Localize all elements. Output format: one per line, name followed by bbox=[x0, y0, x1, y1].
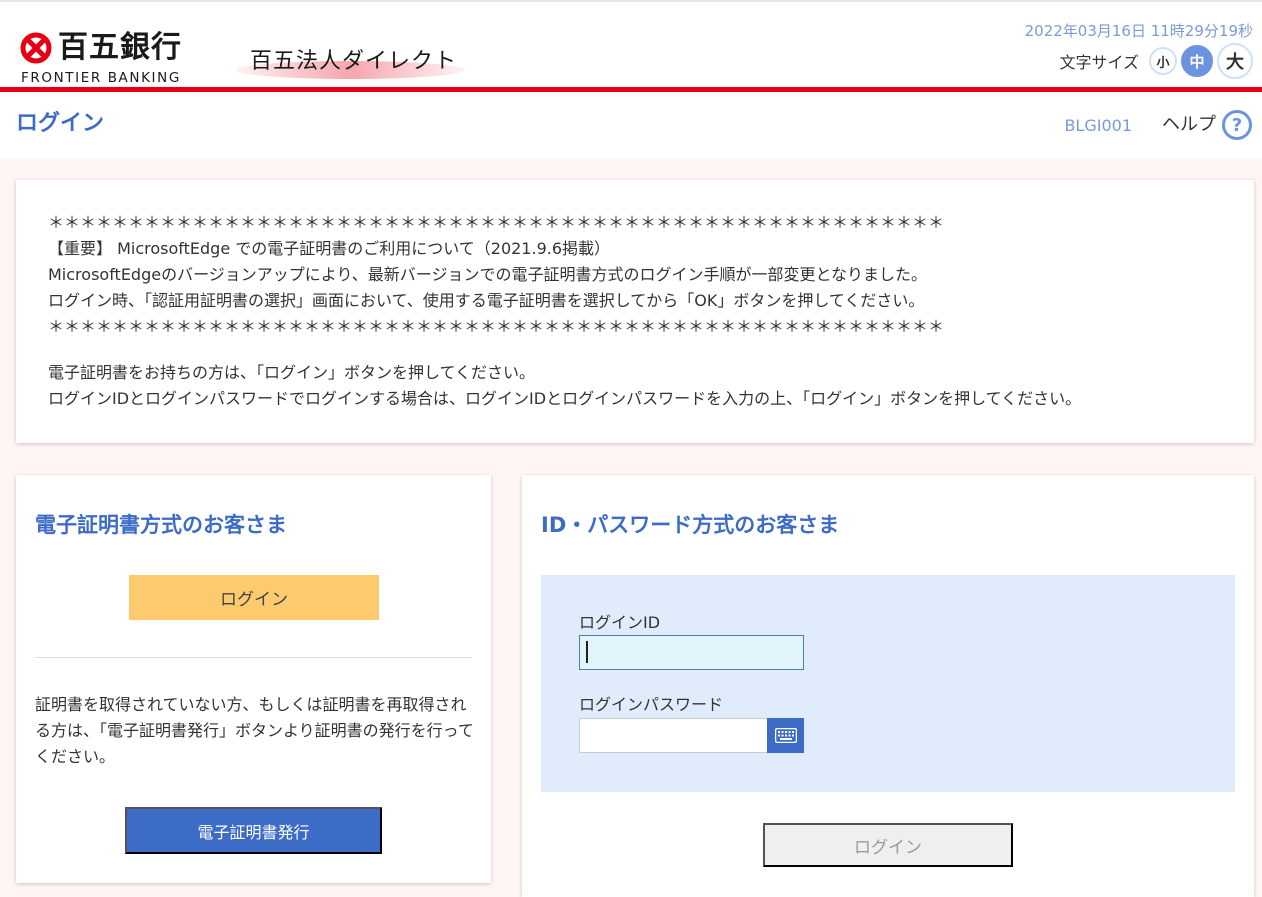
instruction-line: ログインIDとログインパスワードでログインする場合は、ログインIDとログインパス… bbox=[48, 389, 1082, 408]
service-name-text: 百五法人ダイレクト bbox=[250, 49, 458, 74]
font-size-selector: 文字サイズ 小 中 大 bbox=[1059, 43, 1253, 79]
divider bbox=[35, 657, 472, 658]
bank-emblem-icon bbox=[20, 32, 52, 64]
screen-id: BLGI001 bbox=[1064, 116, 1132, 135]
bank-name: 百五銀行 bbox=[58, 30, 182, 65]
login-id-input[interactable] bbox=[579, 635, 804, 670]
id-login-button[interactable]: ログイン bbox=[763, 823, 1013, 867]
notice-line: 【重要】 MicrosoftEdge での電子証明書のご利用について（2021.… bbox=[48, 239, 611, 258]
site-header: 百五銀行 FRONTIER BANKING 百五法人ダイレクト 2022年03月… bbox=[0, 0, 1262, 92]
password-label: ログインパスワード bbox=[579, 695, 724, 714]
font-size-label: 文字サイズ bbox=[1059, 53, 1139, 72]
notice-line: MicrosoftEdgeのバージョンアップにより、最新バージョンでの電子証明書… bbox=[48, 265, 927, 284]
cert-issue-description: 証明書を取得されていない方、もしくは証明書を再取得される方は、「電子証明書発行」… bbox=[35, 695, 474, 766]
certificate-login-panel: 電子証明書方式のお客さま ログイン 証明書を取得されていない方、もしくは証明書を… bbox=[16, 475, 491, 883]
font-size-small-button[interactable]: 小 bbox=[1149, 47, 1177, 75]
cert-login-button[interactable]: ログイン bbox=[129, 575, 379, 620]
current-datetime: 2022年03月16日 11時29分19秒 bbox=[1024, 22, 1253, 40]
notice-box: ＊＊＊＊＊＊＊＊＊＊＊＊＊＊＊＊＊＊＊＊＊＊＊＊＊＊＊＊＊＊＊＊＊＊＊＊＊＊＊＊… bbox=[16, 180, 1254, 443]
font-size-large-button[interactable]: 大 bbox=[1217, 43, 1253, 79]
software-keyboard-button[interactable] bbox=[767, 718, 804, 753]
login-form: ログインID ログインパスワード bbox=[541, 575, 1235, 792]
title-bar: ログイン BLGI001 ヘルプ ? bbox=[0, 92, 1262, 158]
font-size-medium-button[interactable]: 中 bbox=[1181, 45, 1213, 77]
help-icon[interactable]: ? bbox=[1222, 110, 1252, 140]
instruction-line: 電子証明書をお持ちの方は、「ログイン」ボタンを押してください。 bbox=[48, 363, 536, 382]
notice-line: ログイン時、「認証用証明書の選択」画面において、使用する電子証明書を選択してから… bbox=[48, 291, 925, 310]
cert-panel-title: 電子証明書方式のお客さま bbox=[35, 513, 287, 537]
id-password-login-panel: ID・パスワード方式のお客さま ログインID ログインパスワード ログイン bbox=[522, 475, 1254, 897]
bank-logo[interactable]: 百五銀行 FRONTIER BANKING bbox=[18, 29, 228, 87]
help-link[interactable]: ヘルプ bbox=[1162, 113, 1216, 137]
password-input[interactable] bbox=[579, 718, 767, 753]
software-keyboard-icon bbox=[774, 728, 797, 743]
cert-issue-button[interactable]: 電子証明書発行 bbox=[125, 807, 382, 854]
login-id-label: ログインID bbox=[579, 613, 661, 632]
text-caret bbox=[586, 641, 588, 663]
id-panel-title: ID・パスワード方式のお客さま bbox=[541, 513, 840, 537]
bank-tagline: FRONTIER BANKING bbox=[21, 70, 181, 86]
notice-separator: ＊＊＊＊＊＊＊＊＊＊＊＊＊＊＊＊＊＊＊＊＊＊＊＊＊＊＊＊＊＊＊＊＊＊＊＊＊＊＊＊… bbox=[48, 213, 945, 232]
page-title: ログイン bbox=[16, 111, 105, 136]
notice-separator: ＊＊＊＊＊＊＊＊＊＊＊＊＊＊＊＊＊＊＊＊＊＊＊＊＊＊＊＊＊＊＊＊＊＊＊＊＊＊＊＊… bbox=[48, 317, 945, 336]
service-name: 百五法人ダイレクト bbox=[236, 46, 466, 80]
